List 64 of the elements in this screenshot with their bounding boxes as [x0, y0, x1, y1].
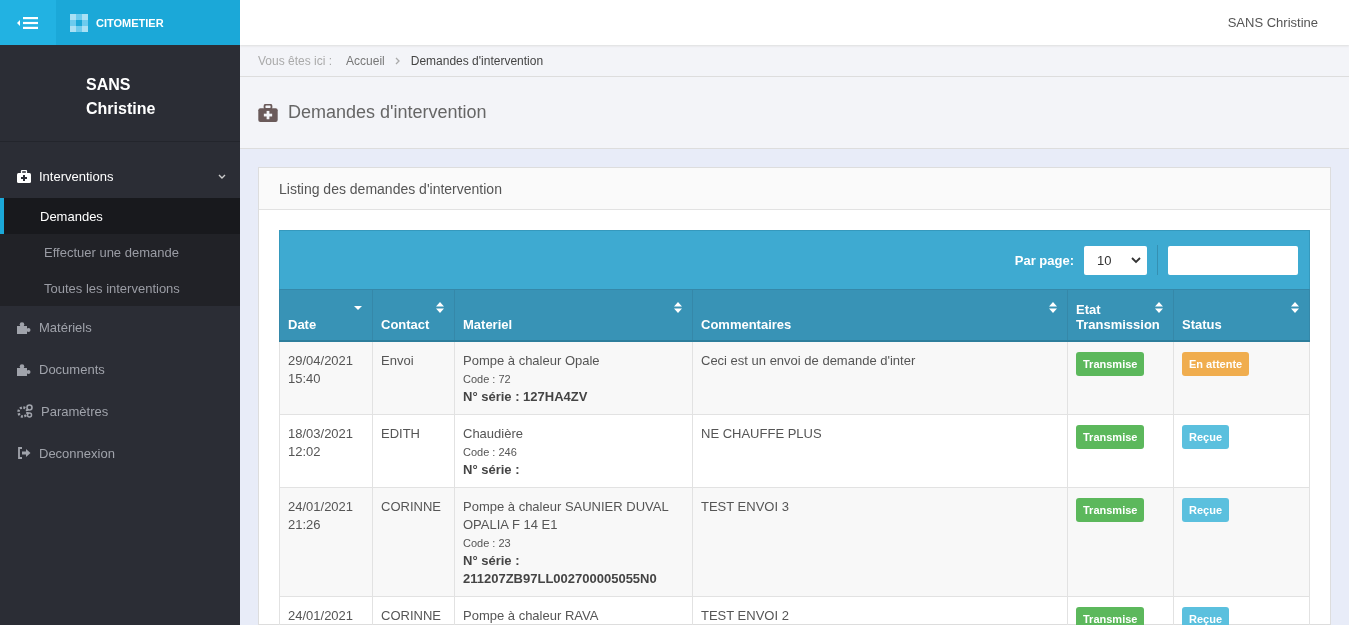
page-title-icon	[258, 103, 278, 122]
status-badge: Reçue	[1182, 498, 1230, 522]
material-name: Pompe à chaleur Opale	[463, 352, 601, 370]
sidebar-item[interactable]: Paramètres	[0, 390, 240, 432]
material-code: Code : 246	[463, 445, 518, 460]
chevron-right-icon	[394, 56, 401, 65]
status-badge: Transmise	[1076, 425, 1145, 449]
status-badge: Transmise	[1076, 607, 1145, 625]
material-code: Code : 72	[463, 372, 512, 387]
sidebar-item[interactable]: Documents	[0, 348, 240, 390]
breadcrumb-label: Vous êtes ici :	[258, 53, 333, 68]
user-name[interactable]: SANS Christine	[1227, 15, 1318, 30]
breadcrumb-link[interactable]: Accueil	[346, 53, 385, 68]
menu-icon	[17, 16, 39, 29]
contact-cell: EDITH	[372, 414, 455, 488]
sidebar-item[interactable]: Interventions	[0, 155, 240, 198]
column-header[interactable]: Materiel	[454, 289, 693, 341]
sign-out-icon	[17, 447, 31, 459]
search-field[interactable]	[1168, 245, 1298, 275]
puzzle-icon	[17, 320, 31, 334]
material-name: Chaudière	[463, 425, 524, 443]
panel-title: Listing des demandes d'intervention	[259, 168, 1330, 210]
first-aid-kit-icon	[17, 170, 31, 183]
breadcrumb-current: Demandes d'intervention	[410, 53, 544, 68]
contact-cell: Envoi	[372, 341, 455, 415]
per-page-label: Par page:	[1014, 252, 1074, 268]
column-header[interactable]: Commentaires	[692, 289, 1068, 341]
chevron-down-icon	[218, 173, 226, 180]
status-badge: En attente	[1182, 352, 1250, 376]
comment-cell: Ceci est un envoi de demande d'inter	[692, 341, 1068, 415]
material-code: Code : 23	[463, 536, 512, 551]
sidebar-subitem[interactable]: Effectuer une demande	[0, 234, 240, 270]
status-badge: Reçue	[1182, 607, 1230, 625]
date-cell: 29/04/2021 15:40	[279, 341, 373, 415]
sidebar-subitem[interactable]: Toutes les interventions	[0, 270, 240, 306]
material-name: Pompe à chaleur RAVA	[463, 607, 600, 625]
date-cell: 24/01/2021 21:26	[279, 487, 373, 597]
column-header[interactable]: Etat Transmission	[1067, 289, 1174, 341]
serial-number: N° série :	[463, 461, 521, 479]
gears-icon	[17, 404, 33, 418]
column-header[interactable]: Date	[279, 289, 373, 341]
status-badge: Transmise	[1076, 498, 1145, 522]
puzzle-icon	[17, 362, 31, 376]
serial-number: N° série : 211207ZB97LL002700005055N0	[463, 552, 658, 588]
column-header[interactable]: Contact	[372, 289, 455, 341]
serial-number: N° série : 127HA4ZV	[463, 388, 589, 406]
contact-cell: CORINNE	[372, 487, 455, 597]
comment-cell: NE CHAUFFE PLUS	[692, 414, 1068, 488]
chevron-down-icon	[1131, 256, 1141, 264]
date-cell: 24/01/2021	[279, 596, 373, 625]
status-badge: Transmise	[1076, 352, 1145, 376]
brand-name: CITOMETIER	[96, 16, 164, 29]
logo-icon	[70, 13, 88, 32]
sidebar-item[interactable]: Deconnexion	[0, 432, 240, 474]
sidebar-item[interactable]: Matériels	[0, 306, 240, 348]
material-name: Pompe à chaleur SAUNIER DUVAL OPALIA F 14 E1	[463, 498, 670, 534]
comment-cell: TEST ENVOI 3	[692, 487, 1068, 597]
date-cell: 18/03/2021 12:02	[279, 414, 373, 488]
per-page-select[interactable]: 10	[1084, 245, 1147, 275]
menu-toggle-button[interactable]	[0, 0, 56, 45]
sidebar-subitem[interactable]: Demandes	[0, 198, 240, 234]
status-badge: Reçue	[1182, 425, 1230, 449]
column-header[interactable]: Status	[1173, 289, 1310, 341]
page-title: Demandes d'intervention	[288, 102, 487, 123]
